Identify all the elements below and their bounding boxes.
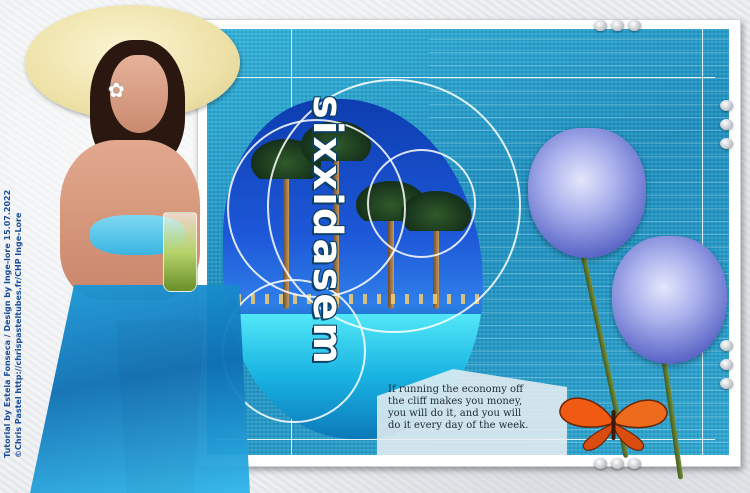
blue-rose xyxy=(612,236,727,364)
frame-dot xyxy=(611,458,624,469)
frame-line-horizontal xyxy=(215,77,715,78)
frame-dots-bottom xyxy=(594,458,641,469)
frame-dots-top xyxy=(594,20,641,31)
credits-text: Tutorial by Estela Fonseca / Design by I… xyxy=(2,190,24,458)
frame-dot xyxy=(594,20,607,31)
frame-dot xyxy=(720,100,733,111)
frame-dot xyxy=(720,378,733,389)
frame-dot xyxy=(628,20,641,31)
blue-sarong xyxy=(30,285,250,493)
butterfly-icon xyxy=(559,397,668,451)
frame-dots-right-upper xyxy=(720,100,733,149)
title-word: sixxidasem xyxy=(304,95,350,367)
credits-line-2: ©Chris Pastel http://chrispasteltubes.fr… xyxy=(14,212,23,458)
butterfly-wing xyxy=(613,399,668,429)
blue-rose xyxy=(528,128,646,258)
butterfly-wing xyxy=(559,397,614,428)
cocktail-glass xyxy=(163,212,197,292)
frame-dot xyxy=(720,359,733,370)
decorative-circle xyxy=(367,149,476,258)
butterfly-body xyxy=(611,410,616,440)
credits-line-1: Tutorial by Estela Fonseca / Design by I… xyxy=(3,189,12,458)
frame-dot xyxy=(594,458,607,469)
woman-figure: ✿ xyxy=(20,0,250,493)
newspaper-quote: If running the economy off the cliff mak… xyxy=(388,384,529,431)
frame-dot xyxy=(611,20,624,31)
white-flower-icon: ✿ xyxy=(108,78,125,102)
frame-dot xyxy=(720,138,733,149)
frame-dots-right-lower xyxy=(720,340,733,389)
frame-dot xyxy=(720,340,733,351)
frame-line-vertical xyxy=(702,29,703,455)
frame-dot xyxy=(628,458,641,469)
frame-dot xyxy=(720,119,733,130)
